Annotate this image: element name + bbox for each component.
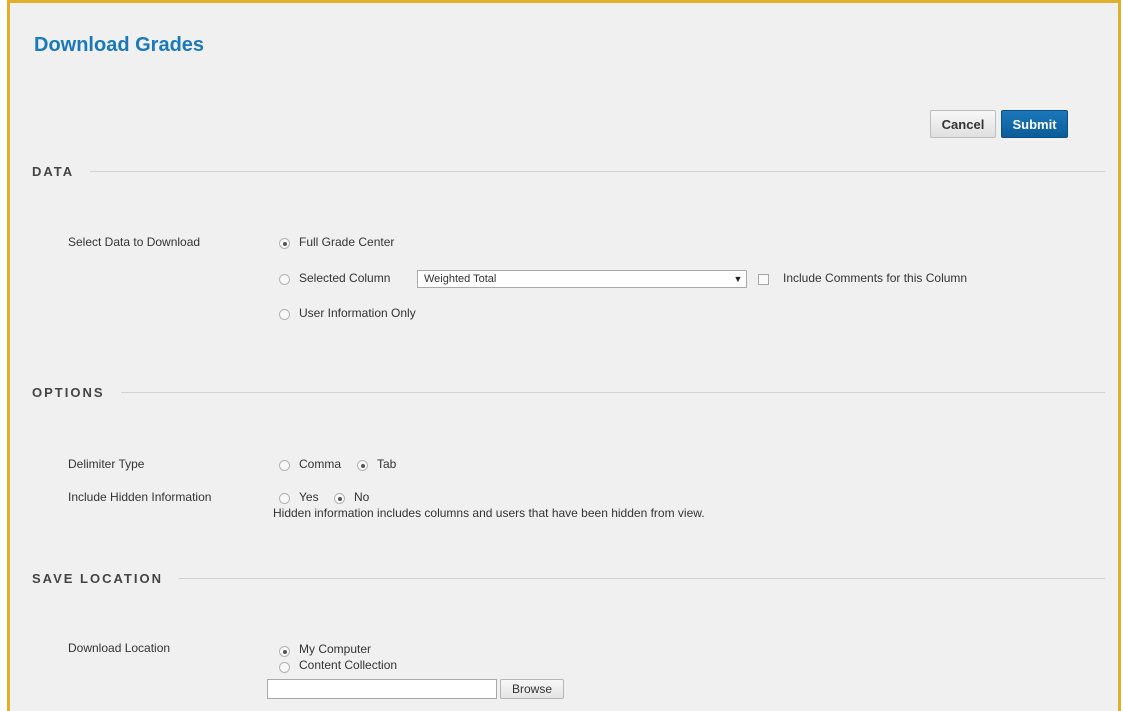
radio-user-info-only-label: User Information Only	[299, 306, 416, 320]
section-header-options: OPTIONS	[32, 384, 1105, 400]
section-header-save-location: SAVE LOCATION	[32, 570, 1105, 586]
column-select[interactable]: Weighted Total ▼	[417, 270, 747, 288]
section-title-options: OPTIONS	[32, 384, 105, 400]
section-header-data: DATA	[32, 163, 1105, 179]
radio-my-computer[interactable]	[279, 646, 290, 657]
radio-delimiter-comma-label: Comma	[299, 457, 342, 471]
browse-button[interactable]: Browse	[500, 679, 564, 699]
radio-full-grade-center[interactable]	[279, 238, 290, 249]
file-path-input[interactable]	[267, 679, 497, 699]
column-select-value: Weighted Total	[424, 273, 497, 285]
page-title: Download Grades	[34, 34, 205, 56]
section-divider	[178, 577, 1105, 579]
section-divider	[120, 391, 1105, 393]
page-frame	[7, 0, 1121, 711]
radio-selected-column[interactable]	[279, 274, 290, 285]
submit-button[interactable]: Submit	[1001, 110, 1068, 138]
hidden-info-help-text: Hidden information includes columns and …	[273, 506, 705, 520]
section-title-save-location: SAVE LOCATION	[32, 570, 163, 586]
radio-delimiter-tab-label: Tab	[377, 457, 397, 471]
cancel-button[interactable]: Cancel	[930, 110, 996, 138]
radio-full-grade-center-label: Full Grade Center	[299, 235, 395, 249]
radio-hidden-no-label: No	[354, 490, 370, 504]
radio-hidden-yes[interactable]	[279, 493, 290, 504]
section-divider	[90, 170, 1105, 172]
radio-content-collection[interactable]	[279, 662, 290, 673]
radio-selected-column-label: Selected Column	[299, 271, 391, 285]
dropdown-arrow-icon: ▼	[733, 274, 743, 284]
download-location-label: Download Location	[68, 641, 171, 655]
radio-my-computer-label: My Computer	[299, 642, 372, 656]
include-comments-checkbox[interactable]	[758, 274, 769, 285]
radio-hidden-yes-label: Yes	[299, 490, 319, 504]
select-data-label: Select Data to Download	[68, 235, 201, 249]
include-comments-label: Include Comments for this Column	[783, 271, 968, 285]
delimiter-type-label: Delimiter Type	[68, 457, 145, 471]
radio-hidden-no[interactable]	[334, 493, 345, 504]
radio-user-info-only[interactable]	[279, 309, 290, 320]
section-title-data: DATA	[32, 163, 75, 179]
radio-delimiter-comma[interactable]	[279, 460, 290, 471]
radio-delimiter-tab[interactable]	[357, 460, 368, 471]
include-hidden-label: Include Hidden Information	[68, 490, 212, 504]
radio-content-collection-label: Content Collection	[299, 658, 398, 672]
